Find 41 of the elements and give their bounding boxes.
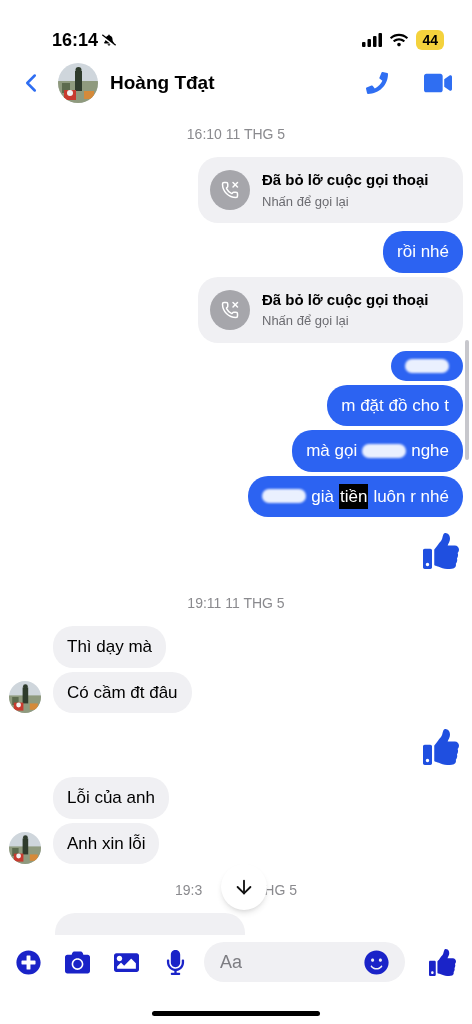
message-text: m đặt đồ cho t bbox=[341, 394, 449, 417]
missed-call-title: Đã bỏ lỡ cuộc gọi thoại bbox=[262, 289, 429, 310]
scribble-mark bbox=[262, 489, 307, 504]
phone-icon[interactable] bbox=[366, 72, 388, 94]
missed-call-subtitle: Nhấn để gọi lại bbox=[262, 312, 350, 330]
message-text: Anh xin lỗi bbox=[67, 832, 146, 855]
timestamp: 19:3 bbox=[175, 881, 203, 900]
battery-indicator: 44 bbox=[416, 30, 444, 50]
contact-name[interactable]: Hoàng Tđạt bbox=[110, 68, 354, 98]
missed-call-title: Đã bỏ lỡ cuộc gọi thoại bbox=[262, 170, 429, 190]
thumbs-up-icon bbox=[423, 533, 459, 569]
message-text: Lỗi của anh bbox=[67, 787, 155, 809]
message-text: mà gọi bbox=[306, 440, 358, 462]
message-text: nghe bbox=[411, 440, 449, 462]
missed-call-subtitle: Nhấn để gọi lại bbox=[262, 192, 350, 211]
message-input-field[interactable]: Aa bbox=[220, 948, 364, 976]
thumbs-up-icon[interactable] bbox=[429, 948, 456, 976]
scroll-down-button[interactable] bbox=[221, 864, 267, 910]
missed-call-icon bbox=[210, 289, 250, 330]
plus-icon[interactable] bbox=[16, 949, 41, 975]
scribble-mark bbox=[362, 443, 407, 458]
status-time: 16:14 bbox=[52, 28, 99, 52]
timestamp: 16:10 11 THG 5 bbox=[186, 125, 286, 144]
missed-call-icon bbox=[210, 170, 250, 210]
message-composer[interactable]: Aa bbox=[204, 942, 405, 982]
scribble-mark bbox=[405, 358, 449, 373]
thumbs-up-icon bbox=[423, 729, 459, 765]
message-text: già bbox=[311, 485, 334, 508]
timestamp: 19:11 11 THG 5 bbox=[187, 594, 285, 613]
message-text: rồi nhé bbox=[397, 241, 449, 263]
wifi-icon bbox=[390, 31, 409, 49]
camera-icon[interactable] bbox=[65, 949, 90, 975]
message-text: luôn r nhé bbox=[373, 485, 449, 508]
missed-call-card[interactable]: Đã bỏ lỡ cuộc gọi thoại Nhấn để gọi lại bbox=[198, 157, 463, 223]
message-text: Có cầm đt đâu bbox=[67, 681, 178, 704]
message-text: tiền bbox=[338, 483, 369, 509]
missed-call-card[interactable]: Đã bỏ lỡ cuộc gọi thoại Nhấn để gọi lại bbox=[198, 276, 463, 343]
bell-muted-icon bbox=[102, 33, 117, 47]
message-text: Thì dạy mà bbox=[67, 636, 153, 658]
emoji-icon[interactable] bbox=[364, 949, 389, 975]
signal-icon bbox=[362, 33, 383, 47]
